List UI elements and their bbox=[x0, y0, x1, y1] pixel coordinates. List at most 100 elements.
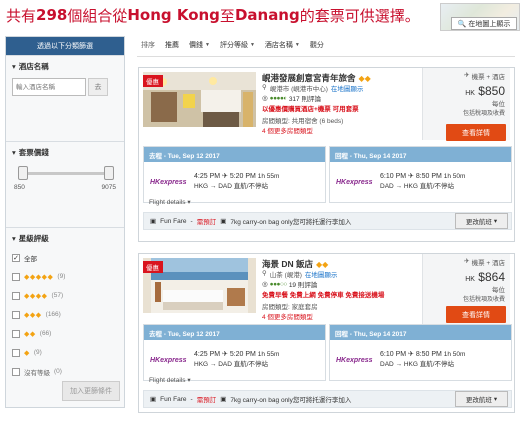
location-text: 峴港市 (峴港市中心) bbox=[269, 86, 328, 93]
flight-times: 4:25 PM ✈ 5:20 PM bbox=[194, 351, 256, 358]
inbound-flight: 回程 - Thu, Sep 14 2017 HKexpress 6:10 PM … bbox=[329, 146, 512, 203]
change-flight-button[interactable]: 更改航班 ▾ bbox=[455, 391, 508, 407]
currency: HK bbox=[465, 276, 475, 283]
star-filter-option[interactable]: ◆◆◆ (166) bbox=[12, 305, 118, 324]
show-map-link[interactable]: 在地圖顯示 bbox=[305, 269, 338, 279]
review-rating[interactable]: ◎ ●●●○○ 19 則評論 bbox=[262, 279, 317, 290]
hotel-photo[interactable]: 優惠 bbox=[143, 258, 256, 313]
star-filter-option[interactable]: ◆◆◆◆◆ (9) bbox=[12, 267, 118, 286]
flight-details-toggle[interactable]: Flight details ▾ bbox=[149, 376, 191, 384]
fare-warning: 需預訂 bbox=[196, 397, 217, 404]
heading-to-word: 至 bbox=[219, 6, 235, 25]
show-on-map-label: 在地圖上顯示 bbox=[468, 20, 511, 28]
fare-type: Fun Fare bbox=[160, 395, 187, 403]
apply-filters-button[interactable]: 加入更篩條件 bbox=[62, 381, 120, 401]
hotel-name-input[interactable] bbox=[12, 78, 86, 96]
hotel-location: ⚲ 山茶 (峴港) 在地圖顯示 bbox=[262, 269, 337, 279]
caret-down-icon: ▼ bbox=[294, 42, 300, 48]
checkbox[interactable] bbox=[12, 367, 20, 376]
more-room-types-link[interactable]: 4 個更多房間類型 bbox=[262, 125, 313, 135]
slider-max-handle[interactable] bbox=[104, 166, 114, 180]
price-slider[interactable] bbox=[18, 166, 114, 180]
airline-logo: HKexpress bbox=[336, 356, 373, 364]
price-max-value: 9075 bbox=[101, 184, 116, 191]
plane-icon: ✈ bbox=[464, 258, 470, 265]
plane-icon: ✈ bbox=[464, 72, 470, 79]
checkbox[interactable] bbox=[12, 291, 20, 300]
tripadvisor-icon: ◎ bbox=[262, 281, 268, 288]
price-filter: ▾ 套票價錢 850 9075 bbox=[6, 141, 124, 227]
show-map-link[interactable]: 在地圖顯示 bbox=[331, 83, 364, 93]
rating-dots: ●●●○○ bbox=[269, 280, 288, 288]
change-flight-label: 更改航班 bbox=[465, 219, 492, 226]
chevron-down-icon[interactable]: ▾ bbox=[12, 62, 16, 71]
star-rating-icon: ◆ bbox=[24, 349, 30, 357]
checkbox[interactable] bbox=[12, 348, 20, 357]
flight-route: HKG → DAD 直航/不停站 bbox=[194, 361, 269, 368]
hotel-name-go-button[interactable]: 去 bbox=[88, 78, 108, 96]
airline-logo: HKexpress bbox=[150, 178, 187, 186]
flight-legs: 去程 - Tue, Sep 12 2017 HKexpress 4:25 PM … bbox=[143, 146, 512, 203]
sort-score[interactable]: 觀分 bbox=[310, 40, 324, 50]
chevron-down-icon[interactable]: ▾ bbox=[12, 148, 16, 157]
sort-label: 排序 bbox=[141, 42, 155, 49]
sort-hotel-name[interactable]: 酒店名稱 ▼ bbox=[265, 40, 300, 50]
fare-icon: ▣ bbox=[150, 218, 157, 225]
star-filter-option[interactable]: ◆◆◆◆ (57) bbox=[12, 286, 118, 305]
sort-price[interactable]: 價錢 ▼ bbox=[189, 40, 210, 50]
location-text: 山茶 (峴港) bbox=[269, 272, 302, 279]
price-heading: 套票價錢 bbox=[18, 147, 49, 157]
flight-route: DAD → HKG 直航/不停站 bbox=[380, 183, 455, 190]
deal-ribbon: 優惠 bbox=[143, 75, 163, 87]
origin-city: Hong Kong bbox=[127, 6, 220, 24]
star-filter-option[interactable]: ◆◆ (66) bbox=[12, 324, 118, 343]
change-flight-label: 更改航班 bbox=[465, 397, 492, 404]
show-on-map-button[interactable]: 🔍 在地圖上顯示 bbox=[451, 17, 517, 30]
map-pin-icon: ⚲ bbox=[262, 84, 267, 91]
slider-min-handle[interactable] bbox=[18, 166, 28, 180]
flight-route: HKG → DAD 直航/不停站 bbox=[194, 183, 269, 190]
flight-times: 4:25 PM ✈ 5:20 PM bbox=[194, 173, 256, 180]
divider bbox=[137, 56, 515, 57]
view-details-button[interactable]: 查看詳情 bbox=[446, 306, 506, 323]
filter-title: 透過以下分類篩選 bbox=[6, 37, 124, 55]
star-filter-option[interactable]: ◆ (9) bbox=[12, 343, 118, 362]
star-filter-label: 全部 bbox=[24, 255, 37, 263]
flight-details-toggle[interactable]: Flight details ▾ bbox=[149, 198, 191, 206]
price-min-value: 850 bbox=[14, 184, 25, 191]
star-filter-count: (166) bbox=[45, 311, 61, 318]
chevron-down-icon[interactable]: ▾ bbox=[12, 234, 16, 243]
hotel-name-heading: 酒店名稱 bbox=[18, 61, 49, 71]
results-heading: 共有 298 個組合從 Hong Kong 至 Danang 的套票可供選擇。 bbox=[6, 2, 436, 28]
room-type: 房間類型: 共用宿舍 (6 beds) bbox=[262, 118, 344, 125]
change-flight-button[interactable]: 更改航班 ▾ bbox=[455, 213, 508, 229]
flight-times: 6:10 PM ✈ 8:50 PM bbox=[380, 351, 442, 358]
caret-down-icon: ▼ bbox=[249, 42, 255, 48]
fare-icon: ▣ bbox=[150, 396, 157, 403]
fare-type: Fun Fare bbox=[160, 217, 187, 225]
star-rating-filter: ▾ 星級評級 ✓ 全部 ◆◆◆◆◆ (9) ◆◆◆◆ (57) ◆◆◆ (166) ◆◆ (66) ◆… bbox=[6, 227, 124, 407]
hotel-photo[interactable]: 優惠 bbox=[143, 72, 256, 127]
sort-bar: 排序 推薦 價錢 ▼ 評分等級 ▼ 酒店名稱 ▼ 觀分 bbox=[141, 37, 324, 53]
map-thumbnail[interactable]: 🔍 在地圖上顯示 bbox=[440, 3, 520, 31]
chevron-down-icon: ▾ bbox=[187, 199, 191, 206]
price-note: 包括稅項及收費 bbox=[462, 297, 505, 303]
review-rating[interactable]: ◎ ●●●●◐ 317 則評論 bbox=[262, 93, 321, 104]
view-details-button[interactable]: 查看詳情 bbox=[446, 124, 506, 141]
star-rating-icon: ◆◆◆ bbox=[24, 311, 42, 319]
star-rating-icon: ◆◆ bbox=[24, 330, 36, 338]
sort-item-label: 推薦 bbox=[165, 42, 179, 49]
checkbox[interactable] bbox=[12, 310, 20, 319]
more-room-types-link[interactable]: 4 個更多房間類型 bbox=[262, 311, 313, 321]
airline-logo: HKexpress bbox=[150, 356, 187, 364]
star-filter-option[interactable]: 沒有等級 (0) bbox=[12, 362, 118, 381]
checkbox[interactable]: ✓ bbox=[12, 253, 20, 262]
sort-rating[interactable]: 評分等級 ▼ bbox=[220, 40, 255, 50]
checkbox[interactable] bbox=[12, 272, 20, 281]
star-filter-option[interactable]: ✓ 全部 bbox=[12, 248, 118, 267]
checkbox[interactable] bbox=[12, 329, 20, 338]
airline-logo: HKexpress bbox=[336, 178, 373, 186]
room-type: 房間類型: 家庭套房 bbox=[262, 304, 318, 311]
sort-recommended[interactable]: 推薦 bbox=[165, 40, 179, 50]
outbound-header: 去程 - Tue, Sep 12 2017 bbox=[144, 147, 325, 162]
